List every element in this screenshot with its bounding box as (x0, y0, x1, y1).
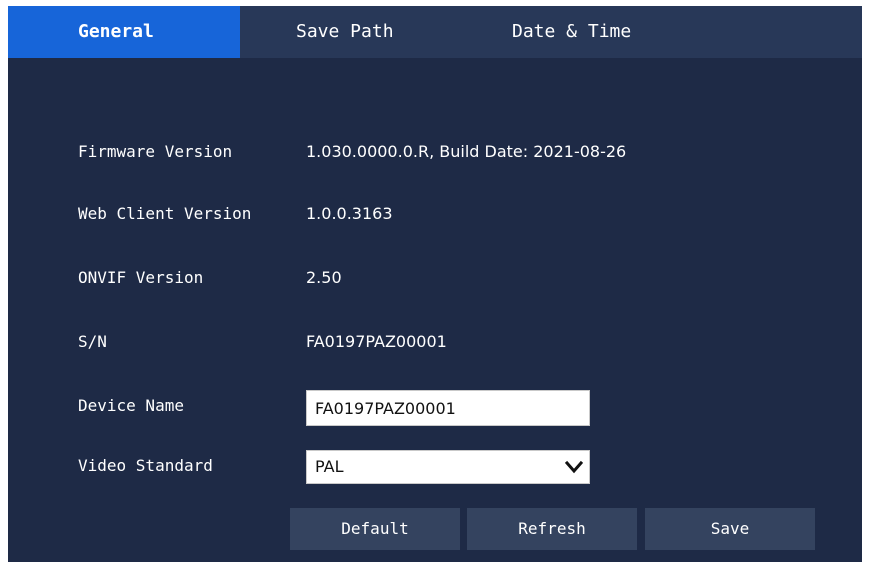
serial-number-value: FA0197PAZ00001 (306, 332, 447, 351)
video-standard-selected-value: PAL (315, 457, 344, 476)
tab-date-time-label: Date & Time (512, 21, 632, 42)
firmware-version-value: 1.030.0000.0.R, Build Date: 2021-08-26 (306, 142, 627, 161)
video-standard-select[interactable]: PAL (306, 450, 590, 484)
video-standard-label: Video Standard (78, 456, 213, 475)
web-client-version-label: Web Client Version (78, 204, 252, 223)
default-button[interactable]: Default (290, 508, 460, 550)
tab-general-label: General (78, 21, 154, 42)
tab-general[interactable]: General (8, 6, 240, 58)
tab-save-path-label: Save Path (296, 21, 394, 42)
tab-save-path[interactable]: Save Path (296, 6, 394, 58)
firmware-version-label: Firmware Version (78, 142, 233, 161)
device-name-input[interactable] (306, 390, 590, 426)
onvif-version-label: ONVIF Version (78, 268, 204, 287)
tab-date-time[interactable]: Date & Time (512, 6, 631, 58)
web-client-version-value: 1.0.0.3163 (306, 204, 393, 223)
chevron-down-icon (565, 460, 583, 474)
onvif-version-value: 2.50 (306, 268, 342, 287)
tab-bar: General Save Path Date & Time (8, 6, 862, 58)
save-button[interactable]: Save (645, 508, 815, 550)
settings-panel: General Save Path Date & Time Firmware V… (8, 6, 862, 562)
device-name-label: Device Name (78, 396, 184, 415)
serial-number-label: S/N (78, 332, 107, 351)
refresh-button[interactable]: Refresh (467, 508, 637, 550)
